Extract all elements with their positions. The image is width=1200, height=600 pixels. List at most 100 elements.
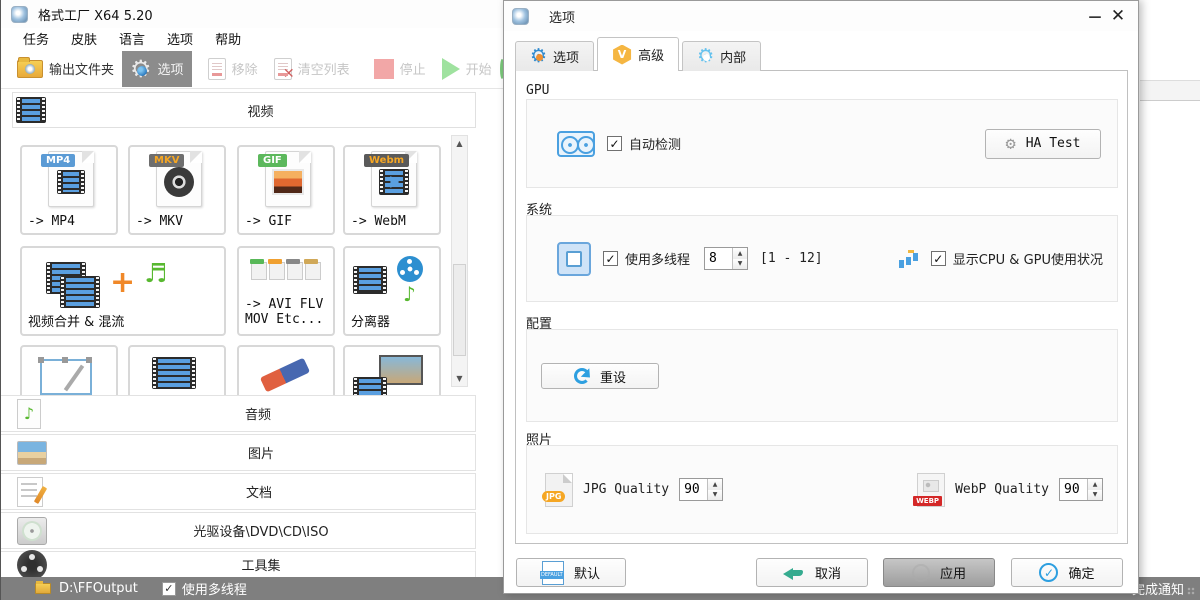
reset-button[interactable]: 重设 (541, 363, 659, 389)
menu-language[interactable]: 语言 (115, 29, 149, 48)
mkv-badge: MKV (149, 154, 184, 167)
video-section-label: 视频 (46, 101, 475, 120)
menu-options[interactable]: 选项 (163, 29, 197, 48)
category-audio[interactable]: ♪ 音频 (1, 395, 476, 432)
tab-options[interactable]: ⚙ 选项 (515, 41, 594, 71)
cancel-button[interactable]: 取消 (756, 558, 868, 587)
picture-icon (17, 441, 47, 465)
spin-down-icon[interactable]: ▼ (733, 259, 747, 270)
tile-video-merge-mux[interactable]: + ♬ 视频合并 & 混流 (20, 246, 226, 336)
tile-label: 分离器 (351, 316, 435, 331)
category-toolset[interactable]: 工具集 (1, 551, 476, 577)
spin-up-icon[interactable]: ▲ (1088, 479, 1102, 490)
use-multithread-checkbox[interactable] (603, 251, 618, 266)
spin-down-icon[interactable]: ▼ (708, 490, 722, 501)
spin-up-icon[interactable]: ▲ (708, 479, 722, 490)
tile-label: -> MKV (136, 215, 220, 230)
gpu-heading: GPU (526, 83, 549, 98)
tile-label: -> MP4 (28, 215, 112, 230)
category-picture[interactable]: 图片 (1, 434, 476, 471)
spin-up-icon[interactable]: ▲ (733, 248, 747, 259)
tab-internal[interactable]: ⚙ 内部 (682, 41, 761, 71)
cpu-icon (557, 242, 591, 276)
category-disc-device[interactable]: 光驱设备\DVD\CD\ISO (1, 512, 476, 549)
auto-detect-label: 自动检测 (629, 134, 681, 153)
jpg-quality-spinner[interactable]: ▲▼ (679, 478, 723, 501)
spinner-arrows[interactable]: ▲▼ (707, 479, 722, 500)
music-note-icon: ♪ (403, 282, 416, 306)
scroll-up-arrow[interactable]: ▲ (452, 136, 467, 151)
auto-detect-checkbox[interactable] (607, 136, 622, 151)
output-folder-button[interactable]: 输出文件夹 (9, 51, 122, 87)
jpg-file-icon (545, 473, 573, 507)
finish-notify-label[interactable]: 完成通知 (1132, 579, 1184, 598)
tile-to-mkv[interactable]: MKV -> MKV (128, 145, 226, 235)
default-button[interactable]: 默认 (516, 558, 626, 587)
scroll-down-arrow[interactable]: ▼ (452, 371, 467, 386)
category-document[interactable]: 文档 (1, 473, 476, 510)
folder-icon (35, 583, 51, 594)
tiles-scrollbar[interactable]: ▲ ▼ (451, 135, 468, 387)
tile-splitter[interactable]: ♪ 分离器 (343, 246, 441, 336)
menu-tasks[interactable]: 任务 (19, 29, 53, 48)
check-circle-icon (1039, 563, 1058, 582)
ha-test-button[interactable]: ⚙ HA Test (985, 129, 1101, 159)
webm-badge: Webm (364, 154, 409, 167)
clear-list-button[interactable]: ✕ 清空列表 (266, 51, 358, 87)
multithread-checkbox[interactable] (162, 582, 176, 596)
resize-grip[interactable] (1187, 587, 1197, 597)
show-usage-checkbox[interactable] (931, 251, 946, 266)
back-arrow-icon (783, 564, 805, 582)
remove-button[interactable]: 移除 (200, 51, 266, 87)
thread-count-spinner[interactable]: ▲▼ (704, 247, 748, 270)
tile-to-gif[interactable]: GIF -> GIF (237, 145, 335, 235)
tile-to-mp4[interactable]: MP4 -> MP4 (20, 145, 118, 235)
ok-button[interactable]: 确定 (1011, 558, 1123, 587)
apply-button[interactable]: 应用 (883, 558, 995, 587)
film-play-icon (379, 169, 409, 195)
crop-icon (40, 359, 92, 395)
stop-icon (374, 59, 394, 79)
spinner-arrows[interactable]: ▲▼ (732, 248, 747, 269)
stop-button[interactable]: 停止 (366, 51, 434, 87)
play-icon (442, 58, 460, 80)
scrollbar-thumb[interactable] (453, 264, 466, 356)
webp-file-icon (917, 473, 945, 507)
options-button[interactable]: ⚙ 选项 (122, 51, 192, 87)
video-format-tiles: MP4 -> MP4 MKV -> MKV GIF -> GIF (1, 133, 504, 395)
cd-icon (17, 517, 47, 545)
gpu-card-icon (557, 131, 595, 157)
gear-icon: ⚙ (697, 47, 714, 66)
tile-to-avi-flv-mov[interactable]: -> AVI FLV MOV Etc... (237, 246, 335, 336)
film-icon (152, 357, 196, 389)
thread-range-label: [1 - 12] (760, 251, 823, 266)
music-note-icon: ♬ (144, 262, 167, 286)
tile-edit-partial[interactable] (128, 345, 226, 395)
webp-quality-input[interactable] (1060, 479, 1087, 500)
tile-screen-partial[interactable] (343, 345, 441, 395)
main-window-title: 格式工厂 X64 5.20 (38, 5, 153, 24)
tab-advanced[interactable]: V 高级 (597, 37, 679, 71)
spinner-arrows[interactable]: ▲▼ (1087, 479, 1102, 500)
dialog-close-button[interactable]: ✕ (1106, 5, 1130, 27)
gear-icon: ⚙ (530, 47, 547, 66)
film-icon (353, 266, 387, 294)
video-section-header[interactable]: 视频 (12, 92, 476, 128)
toolbar: 输出文件夹 ⚙ 选项 移除 ✕ 清空列表 停止 开始 (1, 49, 504, 89)
output-path[interactable]: D:\FFOutput (59, 581, 138, 596)
start-button[interactable]: 开始 (434, 51, 500, 87)
tile-crop-partial[interactable] (20, 345, 118, 395)
film-icon (60, 276, 100, 308)
menu-help[interactable]: 帮助 (211, 29, 245, 48)
spin-down-icon[interactable]: ▼ (1088, 490, 1102, 501)
dialog-app-icon (512, 8, 529, 25)
menu-skin[interactable]: 皮肤 (67, 29, 101, 48)
tile-to-webm[interactable]: Webm -> WebM (343, 145, 441, 235)
webp-quality-spinner[interactable]: ▲▼ (1059, 478, 1103, 501)
tile-eraser-partial[interactable] (237, 345, 335, 395)
thread-count-input[interactable] (705, 248, 732, 269)
disc-icon (164, 167, 194, 197)
jpg-quality-input[interactable] (680, 479, 707, 500)
dialog-minimize-button[interactable]: — (1084, 5, 1106, 27)
task-list-header (1140, 80, 1200, 101)
